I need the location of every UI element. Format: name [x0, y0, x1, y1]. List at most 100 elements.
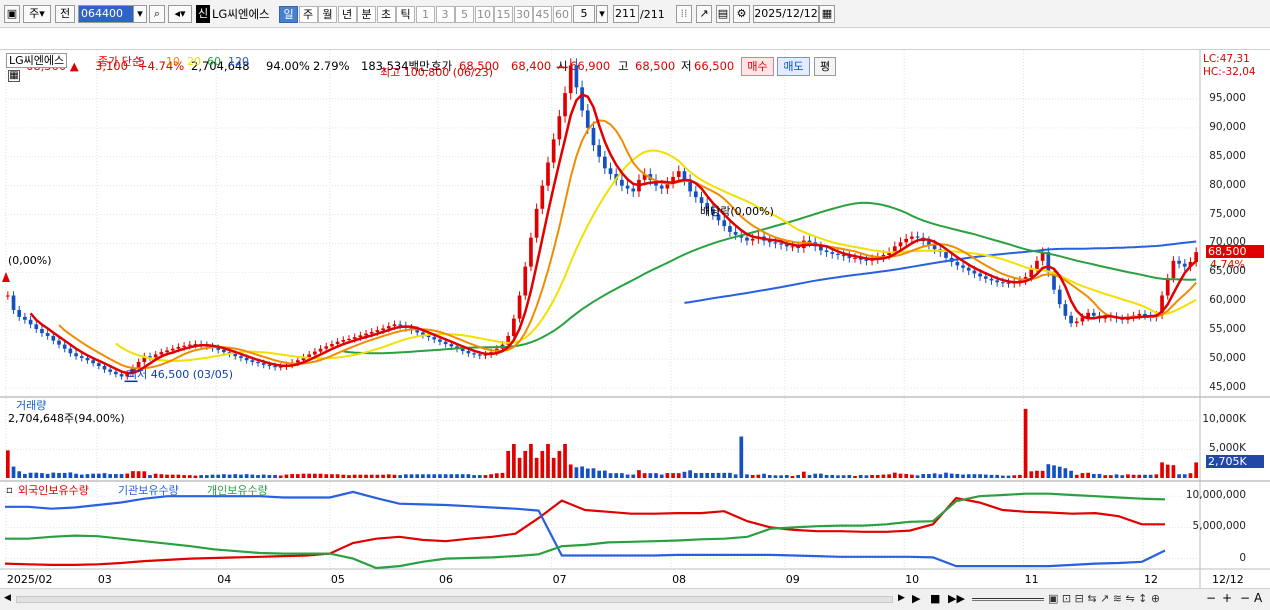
price-tick-label: 90,000: [1209, 120, 1246, 133]
zoom-slider[interactable]: [972, 598, 1044, 601]
x-axis-label: 08: [672, 573, 687, 586]
volume-bar: [671, 473, 675, 478]
scroll-right-icon[interactable]: ▶: [898, 593, 905, 603]
period-button-3[interactable]: 년: [337, 6, 357, 23]
volume-bar: [455, 474, 459, 478]
period-button-0[interactable]: 일: [279, 6, 298, 23]
code-input[interactable]: 064400: [78, 5, 134, 23]
minimize-icon[interactable]: −: [1240, 591, 1250, 605]
volume-bar: [1018, 474, 1022, 478]
interval-button-0[interactable]: 1: [416, 6, 435, 23]
candle-body: [620, 179, 624, 186]
stop-icon[interactable]: ■: [930, 592, 940, 605]
chart-canvas[interactable]: [0, 50, 1270, 588]
interval-button-4[interactable]: 15: [494, 6, 513, 23]
price-tick-label: 55,000: [1209, 323, 1246, 336]
volume-bar: [23, 473, 27, 478]
volume-bar: [733, 474, 738, 478]
candle-body: [995, 280, 1000, 283]
volume-bar: [108, 474, 113, 478]
volume-bar: [602, 470, 607, 478]
volume-bar: [853, 475, 857, 478]
font-icon[interactable]: A: [1254, 591, 1262, 605]
volume-bar: [466, 474, 471, 478]
candle-body: [28, 319, 33, 325]
bars-input[interactable]: 211: [613, 5, 639, 23]
fast-forward-icon[interactable]: ▶▶: [948, 592, 965, 605]
code-dropdown-icon[interactable]: ▾: [133, 5, 147, 23]
candle-body: [591, 127, 596, 146]
scroll-left-icon[interactable]: ◀: [4, 593, 11, 603]
candle-body: [318, 348, 323, 352]
volume-bar: [898, 473, 903, 478]
count-dropdown-icon[interactable]: ▾: [596, 5, 608, 23]
volume-bar: [966, 474, 971, 478]
candle-body: [682, 171, 687, 180]
grid-icon[interactable]: ⁞⁞: [676, 5, 692, 23]
toolbar: ▣ 주▾ 전 064400 ▾ ⌕ ◂▾ 신 LG씨엔에스 일주월년분초틱 13…: [0, 0, 1270, 28]
volume-bar: [494, 473, 499, 478]
candle-body: [836, 253, 840, 256]
candle-body: [631, 188, 636, 192]
play-icon[interactable]: ▶: [912, 592, 920, 605]
calendar-icon[interactable]: ▦: [819, 5, 835, 23]
candle-body: [904, 238, 909, 243]
candle-body: [267, 364, 272, 367]
search-icon[interactable]: ⌕: [149, 5, 165, 23]
holding-tick-label: 5,000,000: [1192, 520, 1246, 533]
volume-bar: [1029, 471, 1034, 478]
count-select[interactable]: 5: [573, 5, 595, 23]
period-button-6[interactable]: 틱: [396, 6, 415, 23]
zoom-out-icon[interactable]: −: [1206, 591, 1216, 605]
period-button-5[interactable]: 초: [376, 6, 396, 23]
gear-icon[interactable]: ⚙: [733, 5, 750, 23]
volume-bar: [892, 472, 897, 478]
volume-bar: [625, 474, 630, 478]
speaker-icon[interactable]: ◂▾: [168, 5, 192, 23]
tool-icons[interactable]: ▣ ⊡ ⊟ ⇆ ↗ ≋ ⇋ ↕ ⊕: [1048, 592, 1160, 605]
candle-body: [182, 345, 186, 347]
interval-button-3[interactable]: 10: [474, 6, 494, 23]
zoom-in-icon[interactable]: +: [1222, 591, 1232, 605]
period-button-1[interactable]: 주: [298, 6, 318, 23]
interval-button-6[interactable]: 45: [533, 6, 552, 23]
mode-select[interactable]: 주▾: [23, 5, 51, 23]
interval-button-5[interactable]: 30: [513, 6, 533, 23]
interval-button-1[interactable]: 3: [435, 6, 455, 23]
volume-bar: [250, 474, 255, 478]
volume-bar: [762, 473, 766, 478]
volume-info: 2,704,648주(94.00%): [8, 412, 125, 425]
volume-title: 거래량: [16, 399, 47, 412]
new-badge: 신: [196, 5, 210, 23]
candle-body: [352, 337, 357, 339]
period-button-4[interactable]: 분: [357, 6, 376, 23]
candle-body: [449, 344, 454, 347]
chart-title: LG씨엔에스: [6, 53, 68, 68]
interval-button-7[interactable]: 60: [552, 6, 572, 23]
interval-button-2[interactable]: 5: [455, 6, 474, 23]
candle-body: [347, 338, 351, 341]
volume-bar: [711, 472, 715, 478]
period-button-2[interactable]: 월: [318, 6, 337, 23]
table-icon[interactable]: ▦: [8, 70, 20, 82]
candle-body: [773, 242, 778, 244]
volume-bar: [142, 471, 147, 478]
volume-bar: [381, 474, 385, 478]
candle-body: [534, 208, 539, 238]
save-icon[interactable]: ▤: [716, 5, 730, 23]
volume-bar: [580, 466, 584, 478]
window-menu-icon[interactable]: ▣: [4, 5, 20, 23]
draw-icon[interactable]: ↗: [696, 5, 712, 23]
volume-bar: [74, 473, 78, 478]
scrollbar[interactable]: [16, 596, 893, 603]
chart-window: ▣ 주▾ 전 064400 ▾ ⌕ ◂▾ 신 LG씨엔에스 일주월년분초틱 13…: [0, 0, 1270, 610]
volume-bar: [438, 474, 442, 478]
volume-bar: [790, 475, 795, 478]
prev-button[interactable]: 전: [55, 5, 75, 23]
volume-bar: [159, 474, 164, 478]
volume-bar: [256, 475, 260, 478]
volume-bar: [222, 474, 226, 478]
date-input[interactable]: 2025/12/12: [753, 5, 819, 23]
left-annotation: (0,00%): [8, 254, 52, 267]
candle-body: [779, 243, 783, 245]
